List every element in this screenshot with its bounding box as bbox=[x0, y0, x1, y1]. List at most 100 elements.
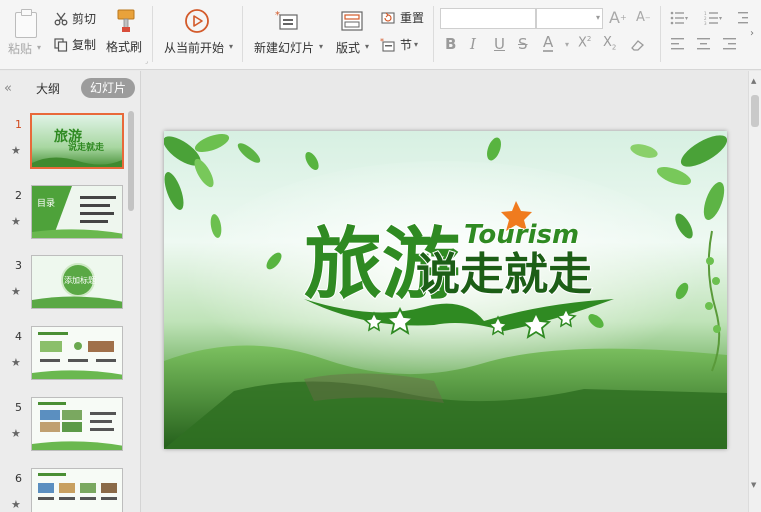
cut-button[interactable]: 剪切 bbox=[54, 10, 96, 27]
reset-label: 重置 bbox=[400, 11, 425, 25]
layout-button[interactable]: 版式 ▾ bbox=[333, 4, 373, 64]
format-painter-button[interactable]: 格式刷 bbox=[104, 6, 148, 62]
star-icon[interactable]: ★ bbox=[11, 215, 21, 228]
strikethrough-icon[interactable]: S bbox=[518, 35, 528, 53]
thumbnail-scrollbar[interactable] bbox=[127, 111, 135, 511]
slide-number: 6 bbox=[15, 472, 22, 485]
italic-icon[interactable]: I bbox=[470, 35, 476, 53]
section-button[interactable]: * 节 ▾ bbox=[380, 36, 418, 53]
star-icon[interactable]: ★ bbox=[11, 498, 21, 511]
section-icon: * bbox=[380, 37, 395, 52]
chevron-down-icon: ▾ bbox=[319, 42, 324, 51]
copy-label: 复制 bbox=[72, 38, 97, 52]
format-painter-label: 格式刷 bbox=[106, 40, 143, 54]
divider bbox=[433, 6, 434, 62]
align-left-icon[interactable] bbox=[671, 38, 685, 50]
slide-thumbnail-5[interactable]: 5 ★ bbox=[0, 397, 126, 457]
new-slide-button[interactable]: * 新建幻灯片 ▾ bbox=[250, 4, 326, 64]
star-icon[interactable]: ★ bbox=[11, 356, 21, 369]
chevron-down-icon: ▾ bbox=[565, 40, 570, 49]
reset-icon bbox=[381, 11, 395, 24]
chevron-down-icon: ▾ bbox=[595, 13, 600, 22]
chevron-down-icon: ▾ bbox=[37, 43, 42, 52]
slide-preview: 添加标题 bbox=[31, 255, 123, 309]
slide-thumbnail-6[interactable]: 6 ★ bbox=[0, 468, 126, 512]
align-center-icon[interactable] bbox=[697, 38, 711, 50]
scroll-up-icon[interactable]: ▲ bbox=[751, 77, 756, 85]
increase-font-icon[interactable]: A + bbox=[609, 8, 627, 27]
align-right-icon[interactable] bbox=[723, 38, 737, 50]
slide-panel: « 大纲 幻灯片 1 ★ 旅游 说走就走 2 ★ 目录 3 ★ 添加标题 4 ★… bbox=[0, 71, 141, 512]
slide-preview bbox=[31, 468, 123, 512]
play-from-current-button[interactable]: 从当前开始 ▾ bbox=[160, 4, 236, 64]
new-slide-icon: * bbox=[275, 10, 298, 30]
decrease-font-icon[interactable]: A − bbox=[636, 10, 651, 25]
copy-icon bbox=[54, 37, 68, 52]
numbered-list-icon[interactable]: 1 2 3 ▾ bbox=[704, 11, 724, 25]
slide-preview: 目录 bbox=[31, 185, 123, 239]
underline-icon[interactable]: U bbox=[494, 35, 505, 53]
paste-icon bbox=[15, 9, 37, 38]
scissors-icon bbox=[54, 12, 68, 25]
svg-text:目录: 目录 bbox=[37, 198, 55, 209]
svg-text:3: 3 bbox=[704, 21, 707, 25]
slide-artwork: 旅游 说走就走 Tourism bbox=[164, 133, 727, 449]
ribbon-toolbar: 粘贴 ▾ 剪切 复制 格式刷 ⌟ 从当前开始 ▾ * 新建幻灯片 ▾ 版式 ▾ … bbox=[0, 0, 761, 70]
slide-number: 2 bbox=[15, 189, 22, 202]
svg-text:*: * bbox=[275, 10, 280, 21]
chevron-down-icon: ▾ bbox=[365, 42, 370, 51]
current-slide[interactable]: 旅游 说走就走 Tourism bbox=[164, 131, 727, 449]
font-name-select[interactable] bbox=[440, 8, 536, 29]
slide-preview bbox=[31, 326, 123, 380]
chevron-down-icon: ▾ bbox=[414, 40, 419, 49]
cut-label: 剪切 bbox=[72, 12, 97, 26]
subscript-icon[interactable]: X2 bbox=[603, 35, 616, 52]
svg-text:添加标题: 添加标题 bbox=[64, 275, 96, 285]
layout-icon bbox=[341, 11, 363, 31]
copy-button[interactable]: 复制 bbox=[54, 36, 96, 53]
slide-thumbnail-1[interactable]: 1 ★ 旅游 说走就走 bbox=[0, 113, 126, 174]
star-icon[interactable]: ★ bbox=[11, 144, 21, 157]
indent-icon[interactable] bbox=[738, 11, 750, 25]
svg-text:▾: ▾ bbox=[685, 15, 688, 22]
chevron-down-icon: ▾ bbox=[229, 42, 234, 51]
slide-editing-area: 旅游 说走就走 Tourism bbox=[142, 71, 748, 512]
dialog-launcher-icon[interactable]: ⌟ bbox=[145, 58, 148, 65]
slide-thumbnail-2[interactable]: 2 ★ 目录 bbox=[0, 185, 126, 245]
font-color-icon[interactable]: A bbox=[543, 35, 554, 52]
collapse-panel-icon[interactable]: « bbox=[4, 81, 12, 96]
slide-number: 1 bbox=[15, 118, 22, 131]
scroll-down-icon[interactable]: ▼ bbox=[751, 481, 756, 489]
ribbon-scroll-right-icon[interactable]: › bbox=[750, 28, 754, 39]
tab-outline[interactable]: 大纲 bbox=[36, 80, 60, 97]
font-size-select[interactable]: ▾ bbox=[536, 8, 603, 29]
slide-thumbnail-3[interactable]: 3 ★ 添加标题 bbox=[0, 255, 126, 315]
star-icon[interactable]: ★ bbox=[11, 285, 21, 298]
slide-thumbnail-4[interactable]: 4 ★ bbox=[0, 326, 126, 386]
eraser-icon[interactable] bbox=[630, 38, 646, 52]
reset-button[interactable]: 重置 bbox=[380, 9, 424, 26]
scroll-thumb[interactable] bbox=[751, 95, 759, 127]
slide-title-line2: 说走就走 bbox=[416, 249, 592, 300]
divider bbox=[242, 6, 243, 62]
layout-label: 版式 bbox=[336, 41, 361, 55]
section-label: 节 bbox=[400, 38, 413, 52]
play-icon bbox=[185, 9, 209, 33]
divider bbox=[660, 6, 661, 62]
bold-icon[interactable]: B bbox=[445, 35, 456, 53]
star-icon[interactable]: ★ bbox=[11, 427, 21, 440]
clipboard-group: 粘贴 ▾ 剪切 复制 格式刷 ⌟ bbox=[0, 0, 150, 66]
vertical-scrollbar[interactable]: ▲ ▼ bbox=[748, 71, 761, 512]
svg-text:*: * bbox=[380, 37, 384, 46]
from-current-label: 从当前开始 bbox=[164, 41, 225, 55]
slide-number: 3 bbox=[15, 259, 22, 272]
slide-preview: 旅游 说走就走 bbox=[30, 113, 124, 169]
svg-text:▾: ▾ bbox=[719, 15, 722, 22]
paste-button[interactable]: 粘贴 ▾ bbox=[4, 4, 46, 64]
new-slide-label: 新建幻灯片 bbox=[254, 41, 315, 55]
tab-slides[interactable]: 幻灯片 bbox=[81, 78, 135, 98]
superscript-icon[interactable]: X2 bbox=[578, 35, 591, 50]
paintbrush-icon bbox=[117, 9, 135, 32]
bullet-list-icon[interactable]: ▾ bbox=[670, 11, 690, 25]
paste-label: 粘贴 bbox=[8, 42, 33, 56]
